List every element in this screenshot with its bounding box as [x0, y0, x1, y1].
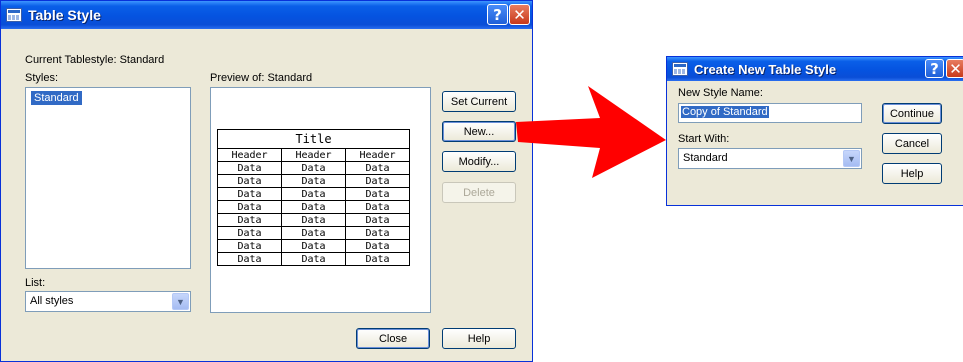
preview-cell: Data — [217, 226, 282, 240]
preview-cell: Data — [345, 187, 410, 201]
style-item-standard[interactable]: Standard — [31, 91, 82, 105]
preview-header: Header — [345, 148, 410, 162]
dialog-title: Table Style — [28, 7, 101, 23]
preview-row: Data Data Data — [217, 161, 410, 175]
preview-row: Data Data Data — [217, 187, 410, 201]
preview-cell: Data — [281, 213, 346, 227]
preview-title: Title — [217, 129, 410, 149]
preview-header: Header — [217, 148, 282, 162]
table-style-app-icon — [672, 62, 688, 76]
help-button[interactable]: Help — [882, 163, 942, 184]
modify-button[interactable]: Modify... — [442, 151, 516, 172]
chevron-down-icon[interactable]: ▼ — [172, 293, 189, 310]
preview-row: Data Data Data — [217, 226, 410, 240]
preview-cell: Data — [281, 187, 346, 201]
preview-cell: Data — [217, 252, 282, 266]
preview-cell: Data — [217, 200, 282, 214]
set-current-button[interactable]: Set Current — [442, 91, 516, 112]
new-button[interactable]: New... — [442, 121, 516, 142]
create-new-table-style-dialog: Create New Table Style ? ✕ New Style Nam… — [666, 56, 963, 206]
preview-cell: Data — [217, 239, 282, 253]
help-icon[interactable]: ? — [925, 59, 944, 78]
preview-cell: Data — [281, 161, 346, 175]
start-with-value: Standard — [683, 152, 728, 164]
preview-row: Data Data Data — [217, 252, 410, 266]
preview-cell: Data — [281, 252, 346, 266]
preview-cell: Data — [217, 174, 282, 188]
start-with-label: Start With: — [678, 133, 730, 145]
help-icon[interactable]: ? — [487, 4, 508, 25]
preview-cell: Data — [281, 174, 346, 188]
cancel-button[interactable]: Cancel — [882, 133, 942, 154]
close-icon[interactable]: ✕ — [946, 59, 963, 78]
table-style-dialog: Table Style ? ✕ Current Tablestyle: Stan… — [0, 0, 533, 362]
preview-data-rows: Data Data Data Data Data Data Data Data Data Data… — [217, 161, 410, 266]
preview-row: Data Data Data — [217, 174, 410, 188]
list-label: List: — [25, 277, 46, 289]
preview-cell: Data — [345, 239, 410, 253]
new-style-name-input[interactable]: Copy of Standard — [678, 103, 862, 123]
preview-cell: Data — [281, 239, 346, 253]
preview-cell: Data — [217, 213, 282, 227]
styles-listbox[interactable]: Standard — [25, 87, 191, 269]
preview-pane: Title Header Header Header Data Data Data D… — [210, 87, 431, 313]
preview-cell: Data — [281, 200, 346, 214]
new-style-name-value: Copy of Standard — [681, 106, 769, 118]
continue-button[interactable]: Continue — [882, 103, 942, 124]
list-filter-select[interactable]: All styles ▼ — [25, 291, 191, 312]
dialog-title: Create New Table Style — [694, 61, 837, 77]
current-tablestyle-label: Current Tablestyle: Standard — [25, 54, 165, 66]
title-bar: Create New Table Style ? ✕ — [667, 57, 963, 81]
preview-cell: Data — [281, 226, 346, 240]
styles-label: Styles: — [25, 72, 59, 84]
preview-cell: Data — [345, 213, 410, 227]
delete-button[interactable]: Delete — [442, 182, 516, 203]
close-icon[interactable]: ✕ — [509, 4, 530, 25]
preview-cell: Data — [345, 174, 410, 188]
preview-cell: Data — [345, 200, 410, 214]
table-style-app-icon — [6, 8, 22, 22]
preview-header: Header — [281, 148, 346, 162]
preview-row: Data Data Data — [217, 200, 410, 214]
preview-table: Title Header Header Header Data Data Data D… — [217, 129, 410, 266]
preview-cell: Data — [345, 226, 410, 240]
start-with-select[interactable]: Standard ▼ — [678, 148, 862, 169]
preview-row: Data Data Data — [217, 213, 410, 227]
chevron-down-icon[interactable]: ▼ — [843, 150, 860, 167]
preview-cell: Data — [345, 161, 410, 175]
preview-cell: Data — [217, 161, 282, 175]
list-filter-value: All styles — [30, 295, 74, 307]
title-bar: Table Style ? ✕ — [1, 1, 532, 29]
arrow-icon — [516, 86, 666, 178]
preview-cell: Data — [345, 252, 410, 266]
new-style-name-label: New Style Name: — [678, 87, 763, 99]
preview-row: Data Data Data — [217, 239, 410, 253]
help-button[interactable]: Help — [442, 328, 516, 349]
arrow-shape — [516, 86, 666, 178]
preview-cell: Data — [217, 187, 282, 201]
preview-label: Preview of: Standard — [210, 72, 313, 84]
close-button[interactable]: Close — [356, 328, 430, 349]
